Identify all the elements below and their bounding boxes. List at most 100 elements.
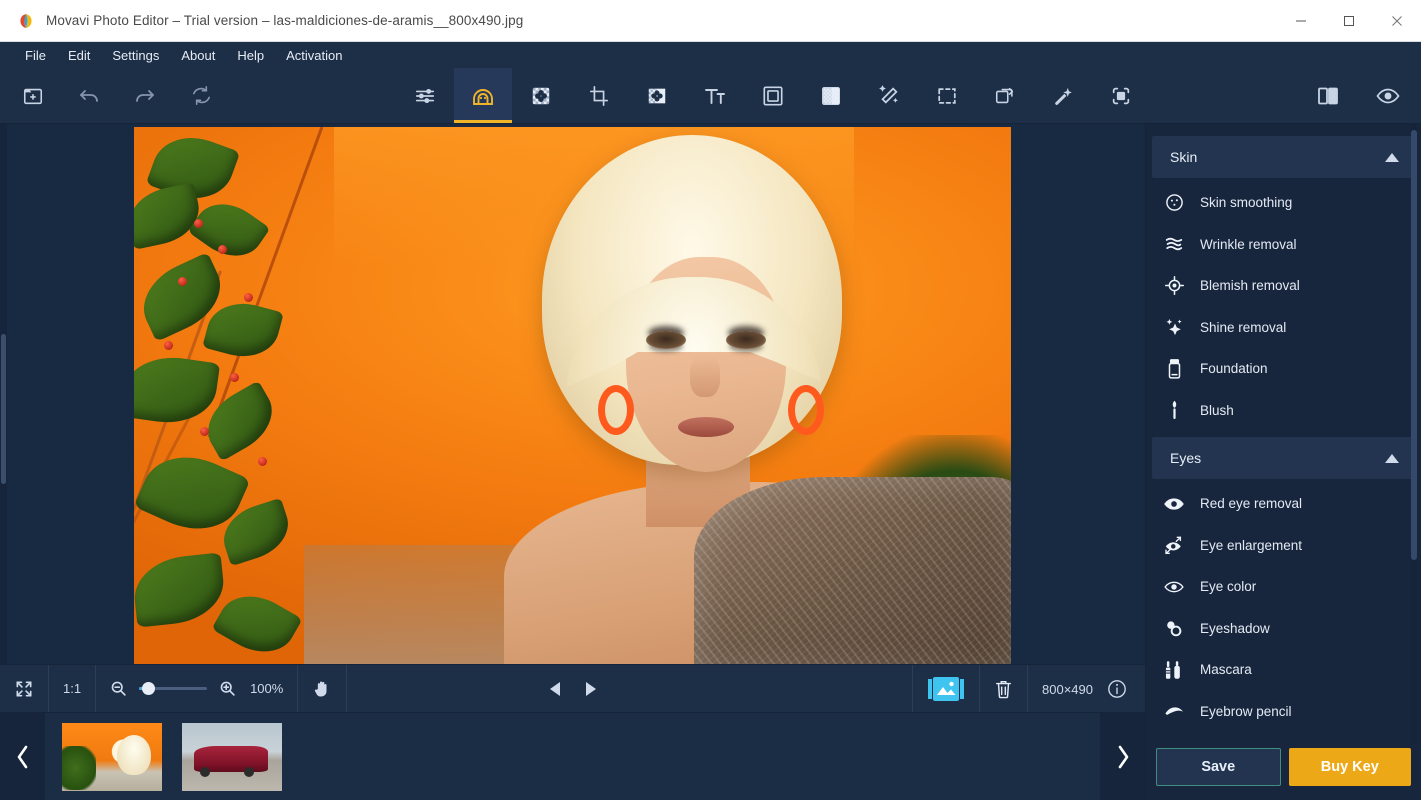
tool-label-eye-color: Eye color (1200, 579, 1257, 595)
tab-magic-enhance[interactable] (860, 68, 918, 123)
foundation-icon (1164, 358, 1184, 379)
next-image-button[interactable] (584, 681, 598, 697)
tab-effects[interactable] (802, 68, 860, 123)
tab-change-background[interactable] (1092, 68, 1150, 123)
filmstrip-prev-arrow[interactable] (0, 712, 45, 800)
window-title: Movavi Photo Editor – Trial version – la… (46, 13, 524, 28)
tool-blemish-removal[interactable]: Blemish removal (1146, 265, 1421, 307)
tab-background-removal[interactable] (512, 68, 570, 123)
eye-color-icon (1164, 577, 1184, 597)
eye-enlargement-icon (1164, 535, 1184, 555)
scrollbar-thumb[interactable] (1, 334, 6, 484)
mascara-icon (1164, 660, 1184, 680)
retouching-tool-list: Skin Skin smoothing Wrinkle removal Blem… (1146, 124, 1421, 744)
hand-tool-button[interactable] (298, 664, 348, 713)
close-button[interactable] (1373, 0, 1421, 42)
menu-edit[interactable]: Edit (57, 45, 101, 66)
movavi-logo-icon (18, 13, 34, 29)
tool-label-blemish-removal: Blemish removal (1200, 278, 1300, 294)
section-header-skin[interactable]: Skin (1152, 136, 1415, 178)
section-title-eyes: Eyes (1170, 450, 1202, 466)
save-button[interactable]: Save (1156, 748, 1281, 786)
chevron-up-icon-eyes[interactable] (1385, 453, 1399, 463)
canvas-column: 1:1 100% 800×490 (0, 124, 1145, 800)
wrinkle-removal-icon (1164, 234, 1184, 254)
blemish-removal-icon (1164, 276, 1184, 296)
tool-blush[interactable]: Blush (1146, 390, 1421, 432)
tool-skin-smoothing[interactable]: Skin smoothing (1146, 182, 1421, 224)
toolbar-left-group (0, 68, 216, 123)
tab-retouching[interactable] (454, 68, 512, 123)
tab-adjust[interactable] (396, 68, 454, 123)
menu-bar: File Edit Settings About Help Activation (0, 42, 1421, 68)
tool-eyebrow-pencil[interactable]: Eyebrow pencil (1146, 691, 1421, 733)
tool-eye-enlargement[interactable]: Eye enlargement (1146, 525, 1421, 567)
filmstrip-thumb-car[interactable] (182, 722, 282, 791)
image-canvas[interactable] (0, 124, 1145, 664)
menu-help[interactable]: Help (226, 45, 275, 66)
reset-icon[interactable] (186, 81, 216, 111)
tab-magic-wand[interactable] (1034, 68, 1092, 123)
add-image-icon[interactable] (18, 81, 48, 111)
tool-label-wrinkle-removal: Wrinkle removal (1200, 236, 1297, 252)
photo-subject-lips (678, 417, 734, 437)
tool-label-skin-smoothing: Skin smoothing (1200, 195, 1293, 211)
tool-label-eye-enlargement: Eye enlargement (1200, 537, 1303, 553)
info-icon[interactable] (1107, 679, 1127, 699)
canvas-vertical-scrollbar[interactable] (0, 124, 7, 664)
panel-scrollbar-thumb[interactable] (1411, 130, 1417, 560)
section-title-skin: Skin (1170, 149, 1198, 165)
redo-icon[interactable] (130, 81, 160, 111)
filmstrip-next-arrow[interactable] (1100, 712, 1145, 800)
chevron-up-icon-skin[interactable] (1385, 152, 1399, 162)
editor-body: 1:1 100% 800×490 Skin Skin smoothing Wri… (0, 124, 1421, 800)
menu-settings[interactable]: Settings (101, 45, 170, 66)
tool-foundation[interactable]: Foundation (1146, 348, 1421, 390)
menu-activation[interactable]: Activation (275, 45, 353, 66)
zoom-controls: 100% (96, 664, 299, 713)
red-eye-removal-icon (1164, 494, 1184, 514)
tool-eyeshadow[interactable]: Eyeshadow (1146, 608, 1421, 650)
thumbnail-image-woman (62, 722, 162, 791)
previous-image-button[interactable] (548, 681, 562, 697)
tool-label-mascara: Mascara (1200, 662, 1252, 678)
undo-icon[interactable] (74, 81, 104, 111)
tool-mascara[interactable]: Mascara (1146, 649, 1421, 691)
photo-subject-eye-right (726, 331, 766, 349)
zoom-in-icon[interactable] (219, 680, 236, 697)
tab-object-removal[interactable] (628, 68, 686, 123)
menu-about[interactable]: About (170, 45, 226, 66)
zoom-out-icon[interactable] (110, 680, 127, 697)
main-toolbar (0, 68, 1421, 124)
fit-to-screen-button[interactable] (0, 664, 49, 713)
tool-shine-removal[interactable]: Shine removal (1146, 307, 1421, 349)
actual-size-button[interactable]: 1:1 (49, 664, 97, 713)
thumbnail-image-car (182, 722, 282, 791)
buy-key-button[interactable]: Buy Key (1288, 748, 1411, 786)
section-header-eyes[interactable]: Eyes (1152, 437, 1415, 479)
tab-selection[interactable] (918, 68, 976, 123)
photo-foliage (134, 127, 394, 664)
maximize-button[interactable] (1325, 0, 1373, 42)
filmstrip-thumb-woman[interactable] (62, 722, 162, 791)
photo-subject-earring-left (598, 385, 634, 435)
shine-removal-icon (1164, 317, 1184, 337)
edited-photo[interactable] (134, 127, 1011, 664)
tab-insert-picture[interactable] (976, 68, 1034, 123)
filmstrip-toggle-button[interactable] (912, 665, 979, 713)
menu-file[interactable]: File (14, 45, 57, 66)
image-dimensions-info: 800×490 (1027, 665, 1145, 713)
compare-icon[interactable] (1313, 81, 1343, 111)
tool-eye-color[interactable]: Eye color (1146, 566, 1421, 608)
tab-frames[interactable] (744, 68, 802, 123)
tab-text[interactable] (686, 68, 744, 123)
delete-image-button[interactable] (979, 665, 1027, 713)
photo-subject-eye-left (646, 331, 686, 349)
tab-crop[interactable] (570, 68, 628, 123)
zoom-slider[interactable] (139, 682, 208, 695)
preview-eye-icon[interactable] (1373, 81, 1403, 111)
minimize-button[interactable] (1277, 0, 1325, 42)
tool-wrinkle-removal[interactable]: Wrinkle removal (1146, 224, 1421, 266)
zoom-slider-handle[interactable] (142, 682, 156, 695)
tool-red-eye-removal[interactable]: Red eye removal (1146, 483, 1421, 525)
